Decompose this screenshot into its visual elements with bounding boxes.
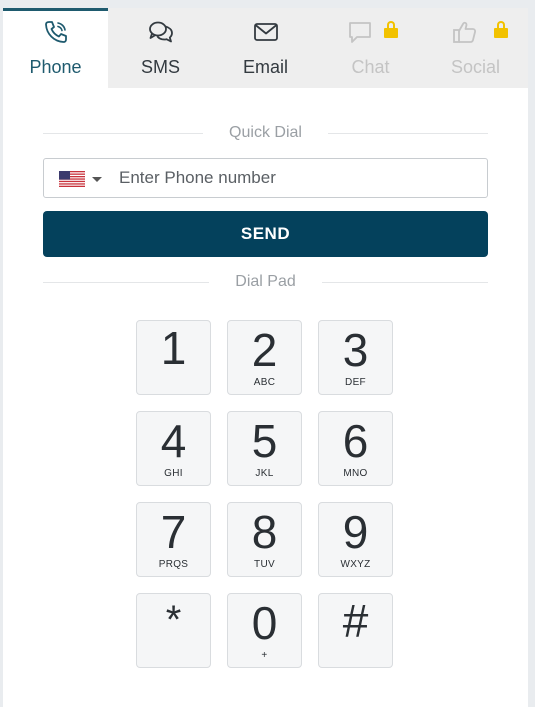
communication-panel: Phone SMS Email Chat Social Quick Dial E… bbox=[3, 8, 528, 707]
tab-social[interactable]: Social bbox=[423, 8, 528, 88]
quick-dial-divider: Quick Dial bbox=[43, 123, 488, 143]
tab-phone[interactable]: Phone bbox=[3, 8, 108, 88]
dial-key-2[interactable]: 2 ABC bbox=[227, 320, 302, 395]
country-dropdown-caret-icon[interactable] bbox=[92, 177, 102, 182]
tab-email-label: Email bbox=[242, 57, 288, 77]
phone-icon bbox=[44, 21, 67, 43]
dial-key-letters: ABC bbox=[253, 377, 276, 388]
tab-email[interactable]: Email bbox=[213, 8, 318, 88]
tab-sms[interactable]: SMS bbox=[108, 8, 213, 88]
dial-key-9[interactable]: 9 WXYZ bbox=[318, 502, 393, 577]
lock-icon bbox=[494, 21, 508, 38]
dial-key-6[interactable]: 6 MNO bbox=[318, 411, 393, 486]
dial-key-4[interactable]: 4 GHI bbox=[136, 411, 211, 486]
quick-dial-heading: Quick Dial bbox=[229, 124, 302, 141]
tab-phone-label: Phone bbox=[29, 57, 82, 77]
chat-bubble-icon bbox=[349, 22, 371, 43]
dial-key-digit: 9 bbox=[342, 506, 369, 558]
dial-key-hash[interactable]: # bbox=[318, 593, 393, 668]
chat-bubbles-icon bbox=[148, 21, 173, 43]
thumbs-up-icon bbox=[453, 21, 477, 43]
dial-key-0[interactable]: 0 + bbox=[227, 593, 302, 668]
dial-key-digit: 8 bbox=[251, 506, 278, 558]
dial-key-digit: 2 bbox=[251, 324, 278, 376]
dial-key-letters: JKL bbox=[255, 468, 274, 479]
dial-key-digit: 3 bbox=[342, 324, 369, 376]
lock-icon bbox=[384, 21, 398, 38]
dial-key-digit: 0 bbox=[251, 597, 278, 649]
dial-key-letters: TUV bbox=[254, 559, 275, 570]
dial-key-letters: GHI bbox=[164, 468, 183, 479]
us-flag-icon[interactable] bbox=[59, 171, 85, 187]
tab-sms-label: SMS bbox=[140, 57, 180, 77]
dial-key-letters: MNO bbox=[343, 468, 368, 479]
dial-key-1[interactable]: 1 bbox=[136, 320, 211, 395]
tab-chat[interactable]: Chat bbox=[318, 8, 423, 88]
dial-key-star[interactable]: * bbox=[136, 593, 211, 668]
dial-key-3[interactable]: 3 DEF bbox=[318, 320, 393, 395]
dial-key-letters: PRQS bbox=[158, 559, 189, 570]
dial-key-digit: 7 bbox=[160, 506, 187, 558]
tab-social-label: Social bbox=[450, 57, 501, 77]
dial-key-digit: * bbox=[165, 598, 182, 642]
envelope-icon bbox=[253, 23, 278, 41]
dial-key-letters: + bbox=[261, 650, 268, 661]
dial-key-7[interactable]: 7 PRQS bbox=[136, 502, 211, 577]
dial-key-8[interactable]: 8 TUV bbox=[227, 502, 302, 577]
send-button[interactable]: SEND bbox=[43, 211, 488, 257]
phone-number-input-group bbox=[43, 158, 488, 198]
tab-chat-label: Chat bbox=[351, 57, 390, 77]
channel-tabs: Phone SMS Email Chat Social bbox=[3, 8, 528, 88]
dial-pad-divider: Dial Pad bbox=[43, 272, 489, 292]
phone-number-input[interactable] bbox=[119, 159, 479, 197]
dial-key-5[interactable]: 5 JKL bbox=[227, 411, 302, 486]
dial-pad-heading: Dial Pad bbox=[235, 273, 296, 290]
dial-key-digit: 4 bbox=[160, 415, 187, 467]
dial-key-digit: # bbox=[342, 595, 369, 647]
dial-key-digit: 6 bbox=[342, 415, 369, 467]
dial-key-letters: DEF bbox=[345, 377, 366, 388]
dial-key-digit: 5 bbox=[251, 415, 278, 467]
dial-key-digit: 1 bbox=[160, 322, 187, 374]
dial-key-letters: WXYZ bbox=[340, 559, 371, 570]
